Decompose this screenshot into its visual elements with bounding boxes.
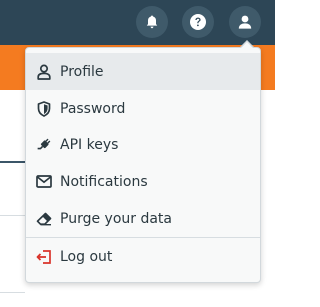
menu-item-label: API keys	[60, 136, 119, 153]
menu-item-purge-data[interactable]: Purge your data	[26, 200, 260, 237]
menu-item-api-keys[interactable]: API keys	[26, 126, 260, 163]
active-tab-indicator	[0, 161, 25, 163]
menu-item-label: Purge your data	[60, 210, 172, 227]
menu-item-profile[interactable]: Profile	[26, 53, 260, 90]
bell-icon	[146, 15, 158, 29]
menu-item-label: Profile	[60, 63, 104, 80]
question-icon	[190, 14, 206, 30]
sign-out-icon	[35, 248, 53, 266]
menu-item-label: Password	[60, 100, 126, 117]
divider	[0, 215, 25, 216]
plug-icon	[35, 136, 53, 154]
user-dropdown-menu: Profile Password API keys Notifications …	[25, 47, 261, 283]
help-button[interactable]	[182, 6, 214, 38]
user-menu-button[interactable]	[229, 6, 261, 38]
notifications-button[interactable]	[136, 6, 168, 38]
menu-item-notifications[interactable]: Notifications	[26, 163, 260, 200]
menu-item-label: Log out	[60, 248, 113, 265]
envelope-icon	[35, 173, 53, 191]
divider	[0, 292, 25, 293]
user-outline-icon	[35, 63, 53, 81]
eraser-icon	[35, 210, 53, 228]
user-icon	[238, 15, 252, 29]
shield-icon	[35, 100, 53, 118]
menu-item-log-out[interactable]: Log out	[26, 238, 260, 275]
dropdown-caret-fill	[241, 42, 253, 48]
menu-item-password[interactable]: Password	[26, 90, 260, 127]
menu-item-label: Notifications	[60, 173, 148, 190]
